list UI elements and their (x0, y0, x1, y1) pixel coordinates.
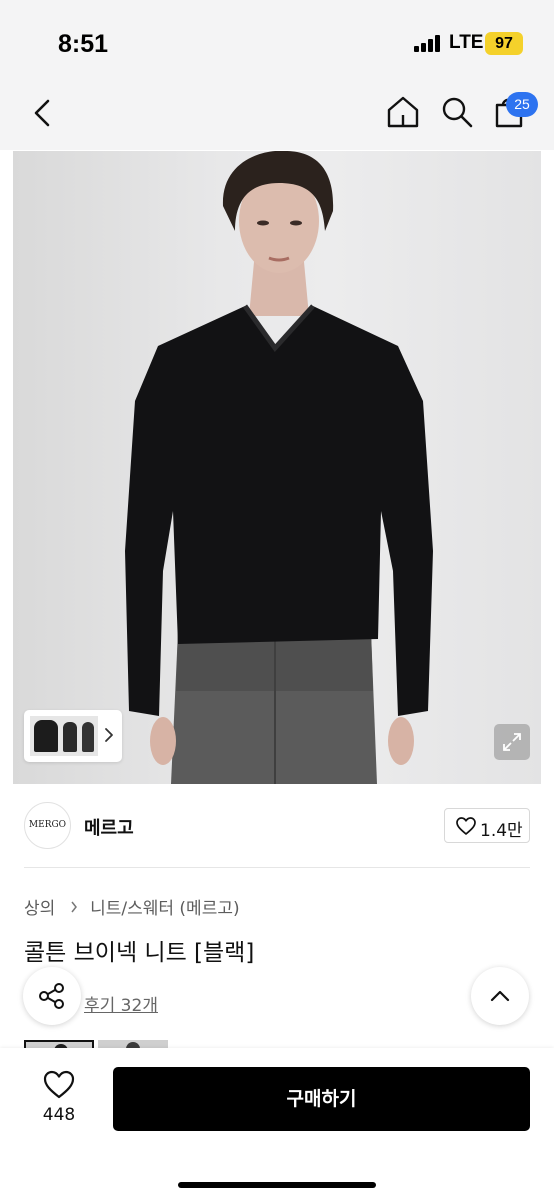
share-button[interactable] (23, 967, 81, 1025)
home-icon[interactable] (385, 94, 421, 130)
bottom-action-bar: 448 구매하기 (0, 1048, 554, 1200)
chevron-right-icon (71, 901, 77, 912)
gallery-thumbnail-strip[interactable] (24, 710, 122, 762)
scroll-top-button[interactable] (471, 967, 529, 1025)
status-time: 8:51 (58, 30, 109, 58)
chevron-up-icon (490, 990, 510, 1002)
cart-count-badge: 25 (506, 92, 538, 117)
breadcrumb-subcategory[interactable]: 니트/스웨터 (메르고) (90, 899, 240, 919)
wish-button[interactable]: 448 (34, 1068, 84, 1130)
product-image[interactable] (13, 151, 541, 784)
review-link[interactable]: 후기 32개 (84, 991, 158, 1016)
heart-icon (43, 1070, 75, 1099)
wish-count: 448 (42, 1105, 76, 1125)
nav-bar: 25 (0, 80, 554, 150)
divider (24, 867, 530, 868)
heart-icon (456, 817, 476, 835)
battery-indicator: 97 (485, 32, 523, 55)
brand-like-button[interactable]: 1.4만 (444, 808, 530, 843)
brand-name[interactable]: 메르고 (84, 814, 134, 840)
chevron-right-icon (105, 728, 113, 742)
brand-like-count: 1.4만 (480, 821, 523, 841)
product-title: 콜튼 브이넥 니트 [블랙] (24, 940, 255, 966)
expand-icon (503, 733, 521, 751)
brand-logo[interactable]: MERGO (24, 802, 71, 849)
expand-button[interactable] (494, 724, 530, 760)
back-icon[interactable] (28, 96, 58, 130)
search-icon[interactable] (439, 94, 475, 130)
network-label: LTE (449, 32, 484, 53)
gallery-thumbnail[interactable] (30, 716, 98, 756)
home-indicator (178, 1182, 376, 1188)
status-bar: 8:51 LTE 97 (0, 0, 554, 80)
share-icon (39, 983, 64, 1009)
signal-icon (414, 35, 444, 52)
buy-button[interactable]: 구매하기 (113, 1067, 530, 1131)
breadcrumb-category[interactable]: 상의 (24, 899, 55, 919)
breadcrumb: 상의 니트/스웨터 (메르고) (24, 894, 240, 919)
model-photo (125, 151, 433, 784)
